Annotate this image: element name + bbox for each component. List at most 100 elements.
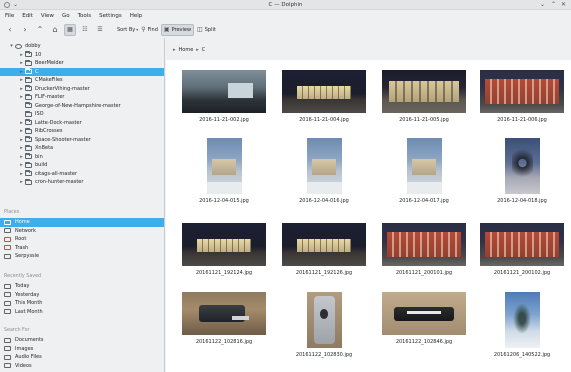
file-item[interactable]: 2016-12-04-017.jpg [380, 138, 468, 204]
up-button[interactable]: ⌃ [34, 24, 46, 36]
icons-view-icon: ▦ [67, 26, 73, 33]
menu-help[interactable]: Help [130, 13, 143, 19]
expand-arrow-icon[interactable]: ▸ [18, 77, 25, 83]
folder-tree-item[interactable]: ▸ FLIF-master [0, 93, 164, 102]
file-thumbnail [382, 292, 466, 335]
places-item[interactable]: Home [0, 218, 164, 227]
file-thumbnail [382, 70, 466, 113]
file-item[interactable]: 20161121_200101.jpg [380, 223, 468, 276]
expand-arrow-icon[interactable]: ▸ [18, 137, 25, 143]
file-thumbnail [406, 138, 442, 194]
places-item[interactable]: Network [0, 227, 164, 236]
recently-saved-item[interactable]: Yesterday [0, 291, 164, 300]
file-item[interactable]: 2016-12-04-015.jpg [180, 138, 268, 204]
expand-arrow-icon[interactable]: ▸ [18, 145, 25, 151]
file-name: 2016-12-04-016.jpg [299, 198, 349, 204]
minimize-icon[interactable]: ⌄ [540, 1, 545, 8]
folder-tree-item[interactable]: ▸ bin [0, 153, 164, 162]
details-view-button[interactable]: ☰ [94, 24, 106, 36]
folder-tree-item[interactable]: ▸ Latte-Dock-master [0, 119, 164, 128]
breadcrumb-home[interactable]: Home [179, 47, 194, 53]
file-thumbnail [206, 138, 242, 194]
folder-tree-item[interactable]: ▸ C [0, 67, 164, 76]
expand-arrow-icon[interactable]: ▸ [18, 86, 25, 92]
home-button[interactable]: ⌂ [49, 24, 61, 36]
preview-icon: ▣ [163, 26, 170, 33]
file-thumbnail [282, 70, 366, 113]
file-item[interactable]: 2016-11-21-004.jpg [280, 70, 368, 123]
compact-view-button[interactable]: ☷ [79, 24, 91, 36]
recently-saved-item[interactable]: Last Month [0, 308, 164, 317]
file-item[interactable]: 2016-11-21-005.jpg [380, 70, 468, 123]
expand-arrow-icon[interactable]: ▸ [18, 69, 25, 75]
folder-tree-item[interactable]: ▾ dobby [0, 42, 164, 51]
folder-tree-item[interactable]: ▸ RibCrosses [0, 127, 164, 136]
search-for-item[interactable]: Images [0, 345, 164, 354]
file-item[interactable]: 2016-11-21-006.jpg [478, 70, 566, 123]
sidebar: ▾ dobby ▸ 10 ▸ BeerMelder ▸ C ▸ CMakeFiles ▸ Drucke… [0, 38, 165, 372]
maximize-icon[interactable]: ⌃ [551, 1, 556, 8]
places-item[interactable]: Root [0, 235, 164, 244]
close-icon[interactable]: ✕ [561, 1, 566, 8]
back-button[interactable]: ‹ [4, 24, 16, 36]
find-button[interactable]: ⚲ Find [141, 24, 158, 36]
menu-go[interactable]: Go [62, 13, 70, 19]
folder-icon [25, 170, 32, 177]
folder-tree-label: George-of-New-Hampshire-master [35, 102, 121, 109]
file-item[interactable]: 20161122_102816.jpg [180, 292, 268, 345]
expand-arrow-icon[interactable]: ▸ [18, 179, 25, 185]
file-item[interactable]: 2016-12-04-018.jpg [478, 138, 566, 204]
search-for-item[interactable]: Documents [0, 336, 164, 345]
forward-arrow-icon: › [23, 25, 27, 34]
expand-arrow-icon[interactable]: ▾ [8, 43, 15, 49]
breadcrumb-current[interactable]: C [202, 47, 206, 53]
folder-tree-item[interactable]: ▸ Space-Shooter-master [0, 136, 164, 145]
search-for-item[interactable]: Audio Files [0, 353, 164, 362]
sort-by-button[interactable]: Sort By ▾ [115, 24, 138, 36]
preview-button[interactable]: ▣ Preview [160, 23, 195, 36]
folder-tree-item[interactable]: ▸ 10 [0, 51, 164, 60]
file-item[interactable]: 20161122_102830.jpg [280, 292, 368, 358]
search-for-item[interactable]: Videos [0, 362, 164, 371]
file-item[interactable]: 20161121_192126.jpg [280, 223, 368, 276]
folder-tree-item[interactable]: ▸ CMakeFiles [0, 76, 164, 85]
expand-arrow-icon[interactable]: ▸ [18, 60, 25, 66]
file-thumbnail [306, 292, 342, 348]
folder-tree-item[interactable]: ▸ XnBeta [0, 144, 164, 153]
folder-tree-item[interactable]: ▸ build [0, 161, 164, 170]
folder-tree-item[interactable]: ▸ DruckerVihing-master [0, 85, 164, 94]
folder-tree-item[interactable]: ISO [0, 110, 164, 119]
menu-view[interactable]: View [41, 13, 54, 19]
places-item[interactable]: Trash [0, 244, 164, 253]
expand-arrow-icon[interactable]: ▸ [18, 120, 25, 126]
file-item[interactable]: 20161121_192124.jpg [180, 223, 268, 276]
network-icon [4, 228, 11, 234]
forward-button[interactable]: › [19, 24, 31, 36]
menu-file[interactable]: File [5, 13, 14, 19]
file-item[interactable]: 20161122_102846.jpg [380, 292, 468, 345]
recently-saved-item[interactable]: This Month [0, 299, 164, 308]
menu-settings[interactable]: Settings [99, 13, 122, 19]
folder-tree-item[interactable]: George-of-New-Hampshire-master [0, 102, 164, 111]
expand-arrow-icon[interactable]: ▸ [18, 154, 25, 160]
icons-view-button[interactable]: ▦ [64, 23, 76, 36]
file-item[interactable]: 2016-11-21-002.jpg [180, 70, 268, 123]
file-item[interactable]: 20161206_140522.jpg [478, 292, 566, 358]
folder-tree-item[interactable]: ▸ citags-all-master [0, 170, 164, 179]
file-item[interactable]: 2016-12-04-016.jpg [280, 138, 368, 204]
expand-arrow-icon[interactable]: ▸ [18, 94, 25, 100]
folder-tree-item[interactable]: ▸ BeerMelder [0, 59, 164, 68]
recently-saved-item[interactable]: Today [0, 282, 164, 291]
menu-edit[interactable]: Edit [22, 13, 33, 19]
expand-arrow-icon[interactable]: ▸ [18, 52, 25, 58]
file-item[interactable]: 20161121_200102.jpg [478, 223, 566, 276]
expand-arrow-icon[interactable]: ▸ [18, 171, 25, 177]
menu-tools[interactable]: Tools [78, 13, 92, 19]
split-button[interactable]: ◫ Split [197, 24, 216, 36]
file-view[interactable]: 2016-11-21-002.jpg 2016-11-21-004.jpg 2016… [166, 60, 571, 372]
expand-arrow-icon[interactable]: ▸ [18, 128, 25, 134]
compact-view-icon: ☷ [82, 26, 88, 33]
places-item[interactable]: Serpyssie [0, 252, 164, 261]
folder-tree-item[interactable]: ▸ cron-hunter-master [0, 178, 164, 187]
expand-arrow-icon[interactable]: ▸ [18, 162, 25, 168]
